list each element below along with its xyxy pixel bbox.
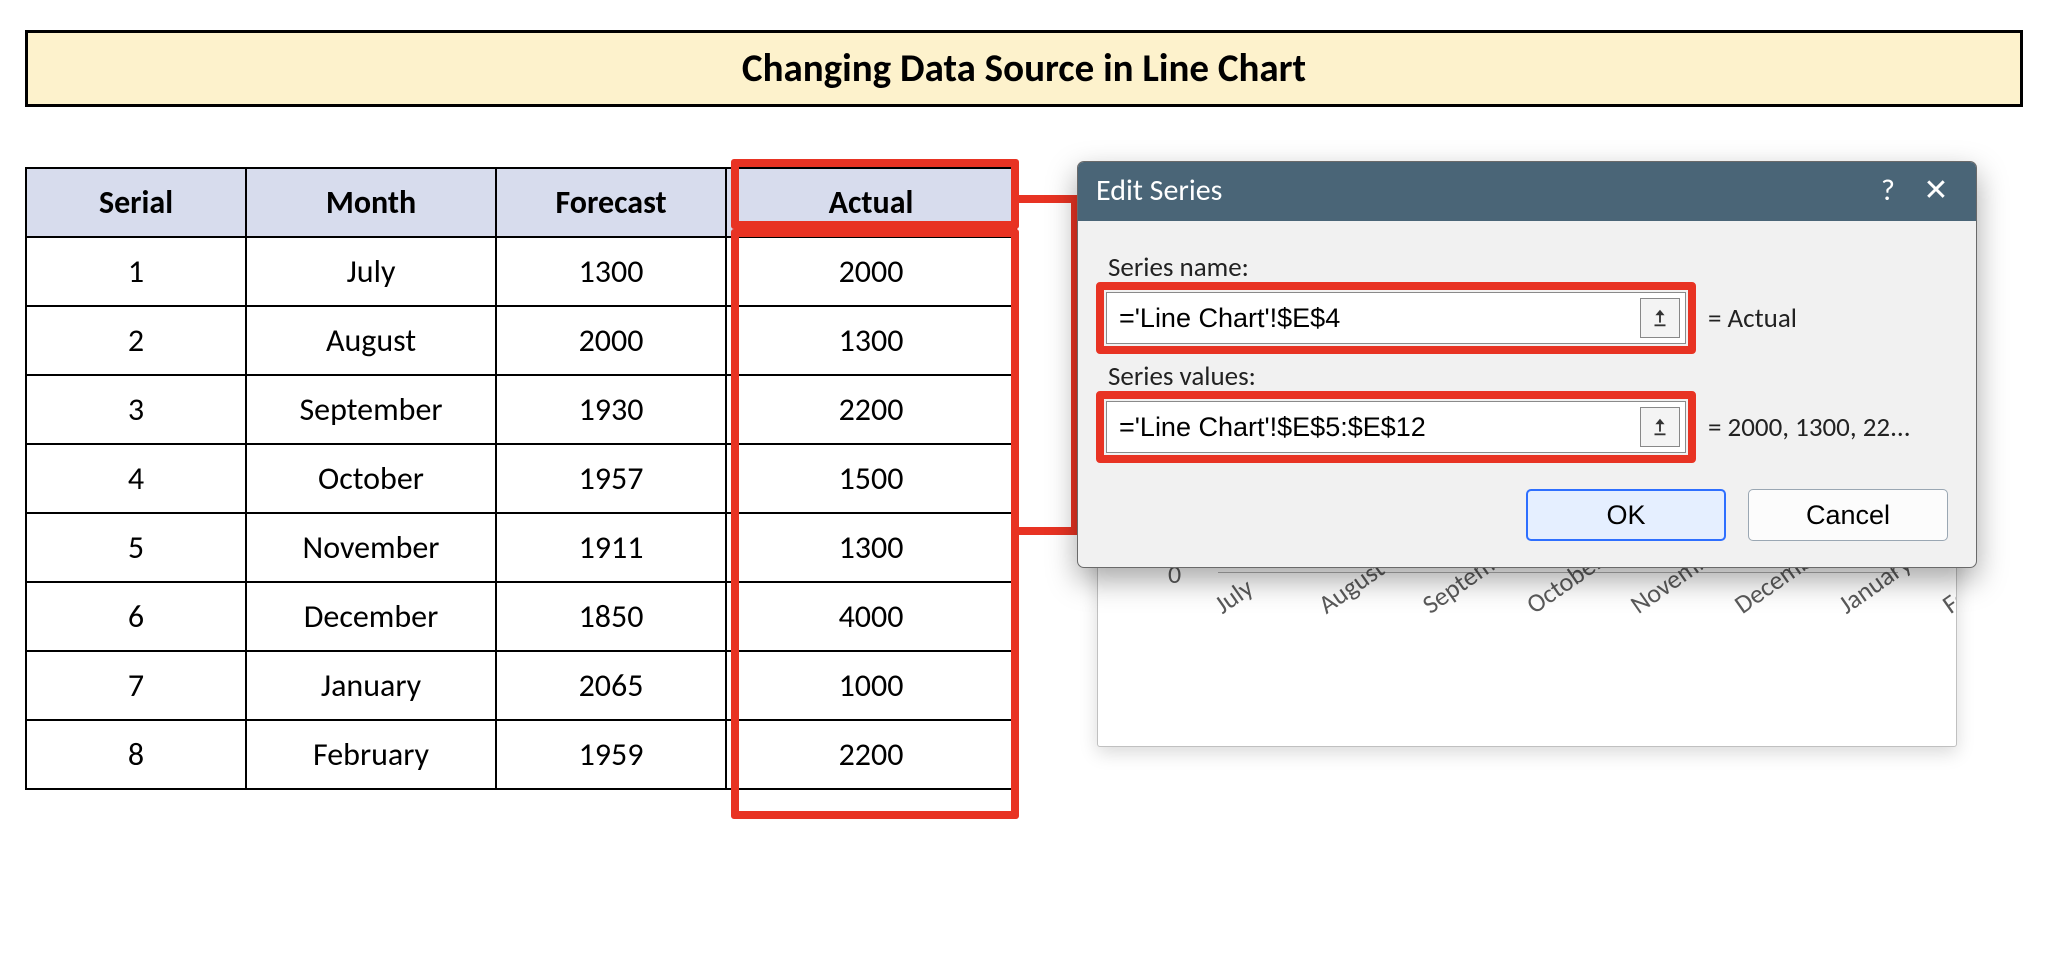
cancel-button-label: Cancel (1806, 500, 1890, 530)
chart-category-label: October (1520, 594, 1538, 620)
page-title: Changing Data Source in Line Chart (742, 45, 1306, 92)
header-forecast[interactable]: Forecast (496, 168, 726, 237)
cell-serial[interactable]: 1 (26, 237, 246, 306)
cell-actual[interactable]: 2200 (726, 720, 1016, 789)
connector-line (1019, 195, 1079, 203)
cell-serial[interactable]: 7 (26, 651, 246, 720)
chart-category-label: September (1416, 594, 1434, 620)
cell-month[interactable]: October (246, 444, 496, 513)
ok-button[interactable]: OK (1526, 489, 1726, 541)
cell-forecast[interactable]: 2000 (496, 306, 726, 375)
series-name-input-wrap (1106, 292, 1686, 344)
range-select-icon (1649, 416, 1671, 438)
table-row[interactable]: 4 October 1957 1500 (26, 444, 1016, 513)
collapse-range-button[interactable] (1640, 298, 1680, 338)
page-title-banner: Changing Data Source in Line Chart (25, 30, 2023, 107)
series-values-input[interactable] (1106, 401, 1686, 453)
header-serial[interactable]: Serial (26, 168, 246, 237)
cell-serial[interactable]: 3 (26, 375, 246, 444)
header-actual[interactable]: Actual (726, 168, 1016, 237)
chart-category-label: January (1832, 594, 1850, 620)
table-row[interactable]: 5 November 1911 1300 (26, 513, 1016, 582)
cell-month[interactable]: September (246, 375, 496, 444)
ok-button-label: OK (1606, 500, 1645, 530)
table-row[interactable]: 8 February 1959 2200 (26, 720, 1016, 789)
cell-month[interactable]: August (246, 306, 496, 375)
close-icon: ✕ (1923, 172, 1948, 209)
help-button[interactable]: ? (1864, 172, 1912, 209)
series-values-input-wrap (1106, 401, 1686, 453)
cell-forecast[interactable]: 1959 (496, 720, 726, 789)
connector-line (1019, 527, 1079, 535)
cell-actual[interactable]: 1300 (726, 513, 1016, 582)
cell-actual[interactable]: 1300 (726, 306, 1016, 375)
collapse-range-button[interactable] (1640, 407, 1680, 447)
cell-forecast[interactable]: 1300 (496, 237, 726, 306)
table-row[interactable]: 1 July 1300 2000 (26, 237, 1016, 306)
series-name-result: = Actual (1708, 302, 1797, 335)
cell-serial[interactable]: 6 (26, 582, 246, 651)
header-actual-label: Actual (829, 183, 914, 222)
cell-forecast[interactable]: 1911 (496, 513, 726, 582)
dialog-titlebar[interactable]: Edit Series ? ✕ (1078, 162, 1976, 221)
data-table-wrap: Serial Month Forecast Actual 1 July 1300… (25, 167, 1017, 790)
header-month-label: Month (326, 183, 416, 222)
dialog-buttons: OK Cancel (1078, 477, 1976, 567)
table-row[interactable]: 3 September 1930 2200 (26, 375, 1016, 444)
cell-forecast[interactable]: 1930 (496, 375, 726, 444)
cell-serial[interactable]: 8 (26, 720, 246, 789)
series-values-label: Series values: (1108, 360, 1946, 393)
cell-actual[interactable]: 4000 (726, 582, 1016, 651)
data-table: Serial Month Forecast Actual 1 July 1300… (25, 167, 1017, 790)
series-name-row: = Actual (1106, 292, 1948, 344)
cell-serial[interactable]: 2 (26, 306, 246, 375)
header-month[interactable]: Month (246, 168, 496, 237)
dialog-body: Series name: = Actual Ser (1078, 221, 1976, 477)
cell-month[interactable]: December (246, 582, 496, 651)
right-panel: 0 July August September October November… (1077, 167, 1977, 787)
table-row[interactable]: 2 August 2000 1300 (26, 306, 1016, 375)
cell-forecast[interactable]: 1850 (496, 582, 726, 651)
series-name-input[interactable] (1106, 292, 1686, 344)
table-row[interactable]: 6 December 1850 4000 (26, 582, 1016, 651)
cell-forecast[interactable]: 2065 (496, 651, 726, 720)
header-forecast-label: Forecast (555, 183, 666, 222)
cell-serial[interactable]: 5 (26, 513, 246, 582)
chart-category-label: July (1208, 594, 1226, 620)
cell-month[interactable]: November (246, 513, 496, 582)
chart-category-label: August (1312, 594, 1330, 620)
chart-categories: July August September October November D… (1208, 594, 1936, 626)
series-values-result: = 2000, 1300, 22... (1708, 411, 1911, 444)
cell-month[interactable]: January (246, 651, 496, 720)
cell-forecast[interactable]: 1957 (496, 444, 726, 513)
series-name-label: Series name: (1108, 251, 1946, 284)
chart-category-label: February (1936, 594, 1954, 620)
cell-actual[interactable]: 2200 (726, 375, 1016, 444)
chart-category-label: November (1624, 594, 1642, 620)
header-serial-label: Serial (99, 183, 173, 222)
cell-serial[interactable]: 4 (26, 444, 246, 513)
cell-month[interactable]: February (246, 720, 496, 789)
cancel-button[interactable]: Cancel (1748, 489, 1948, 541)
series-values-row: = 2000, 1300, 22... (1106, 401, 1948, 453)
cell-actual[interactable]: 2000 (726, 237, 1016, 306)
chart-category-label: December (1728, 594, 1746, 620)
table-row[interactable]: 7 January 2065 1000 (26, 651, 1016, 720)
data-table-body: 1 July 1300 2000 2 August 2000 1300 3 Se… (26, 237, 1016, 789)
dialog-title: Edit Series (1096, 172, 1222, 209)
cell-actual[interactable]: 1500 (726, 444, 1016, 513)
range-select-icon (1649, 307, 1671, 329)
edit-series-dialog: Edit Series ? ✕ Series name: (1077, 161, 1977, 568)
cell-month[interactable]: July (246, 237, 496, 306)
content-area: Serial Month Forecast Actual 1 July 1300… (25, 167, 2023, 790)
close-button[interactable]: ✕ (1912, 172, 1960, 209)
cell-actual[interactable]: 1000 (726, 651, 1016, 720)
